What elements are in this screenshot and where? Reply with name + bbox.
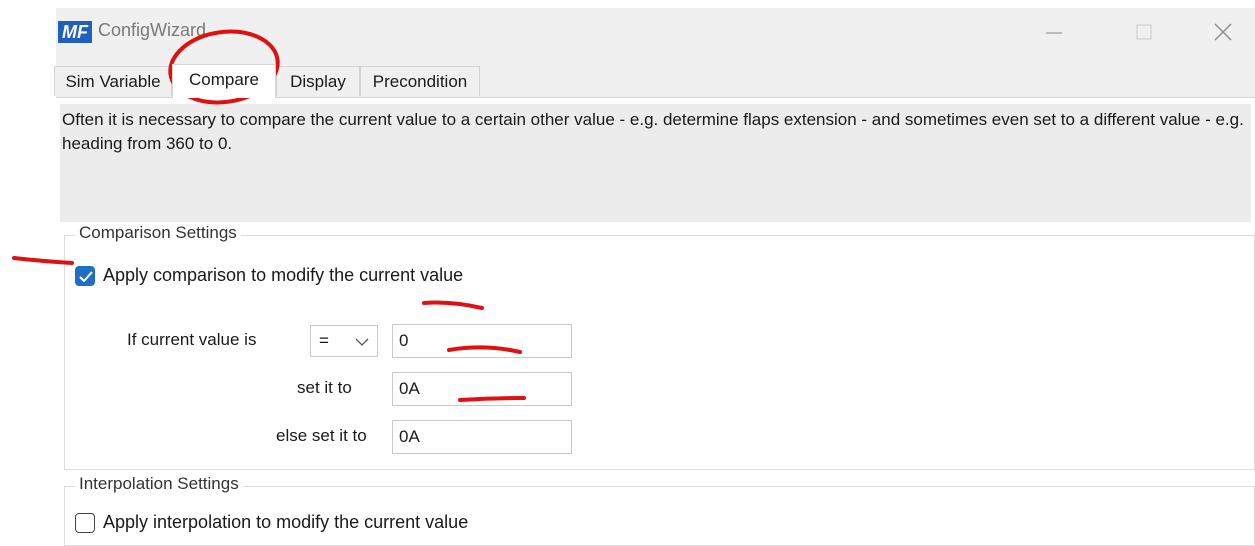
- operator-select[interactable]: =: [310, 325, 378, 357]
- check-icon: [79, 271, 93, 282]
- else-set-it-to-label: else set it to: [276, 426, 367, 445]
- if-current-value-label: If current value is: [127, 330, 257, 349]
- compare-value-input[interactable]: 0: [392, 324, 572, 358]
- window-title: ConfigWizard: [98, 20, 207, 40]
- interpolation-settings-group: Interpolation Settings Apply interpolati…: [64, 474, 1255, 546]
- title-bar: MF ConfigWizard: [56, 8, 1255, 62]
- else-value-input[interactable]: 0A: [392, 420, 572, 454]
- operator-value: =: [319, 331, 329, 350]
- tab-compare[interactable]: Compare: [172, 64, 276, 98]
- tab-display[interactable]: Display: [276, 66, 360, 96]
- compare-panel: Often it is necessary to compare the cur…: [56, 97, 1255, 546]
- apply-interpolation-checkbox[interactable]: [75, 513, 95, 533]
- tab-bar: Sim Variable Compare Display Preconditio…: [54, 64, 1255, 98]
- set-value-input[interactable]: 0A: [392, 372, 572, 406]
- close-icon: [1214, 23, 1232, 41]
- comparison-settings-legend: Comparison Settings: [75, 223, 241, 243]
- description-text: Often it is necessary to compare the cur…: [60, 104, 1251, 222]
- app-logo-icon: MF: [58, 21, 92, 43]
- tab-precondition[interactable]: Precondition: [360, 66, 480, 96]
- config-wizard-window: MF ConfigWizard Sim Variable Compare Dis…: [54, 8, 1255, 546]
- maximize-icon: [1136, 24, 1152, 40]
- apply-comparison-label: Apply comparison to modify the current v…: [103, 265, 464, 285]
- comparison-settings-group: Comparison Settings Apply comparison to …: [64, 223, 1255, 470]
- chevron-down-icon: [355, 338, 369, 346]
- close-button[interactable]: [1200, 14, 1246, 50]
- interpolation-settings-legend: Interpolation Settings: [75, 474, 243, 494]
- tab-sim-variable[interactable]: Sim Variable: [54, 66, 172, 96]
- set-it-to-label: set it to: [297, 378, 352, 397]
- minimize-icon: [1046, 32, 1062, 34]
- apply-interpolation-label: Apply interpolation to modify the curren…: [103, 512, 469, 532]
- apply-comparison-checkbox[interactable]: [75, 266, 95, 286]
- maximize-button[interactable]: [1121, 14, 1167, 50]
- minimize-button[interactable]: [1031, 14, 1077, 50]
